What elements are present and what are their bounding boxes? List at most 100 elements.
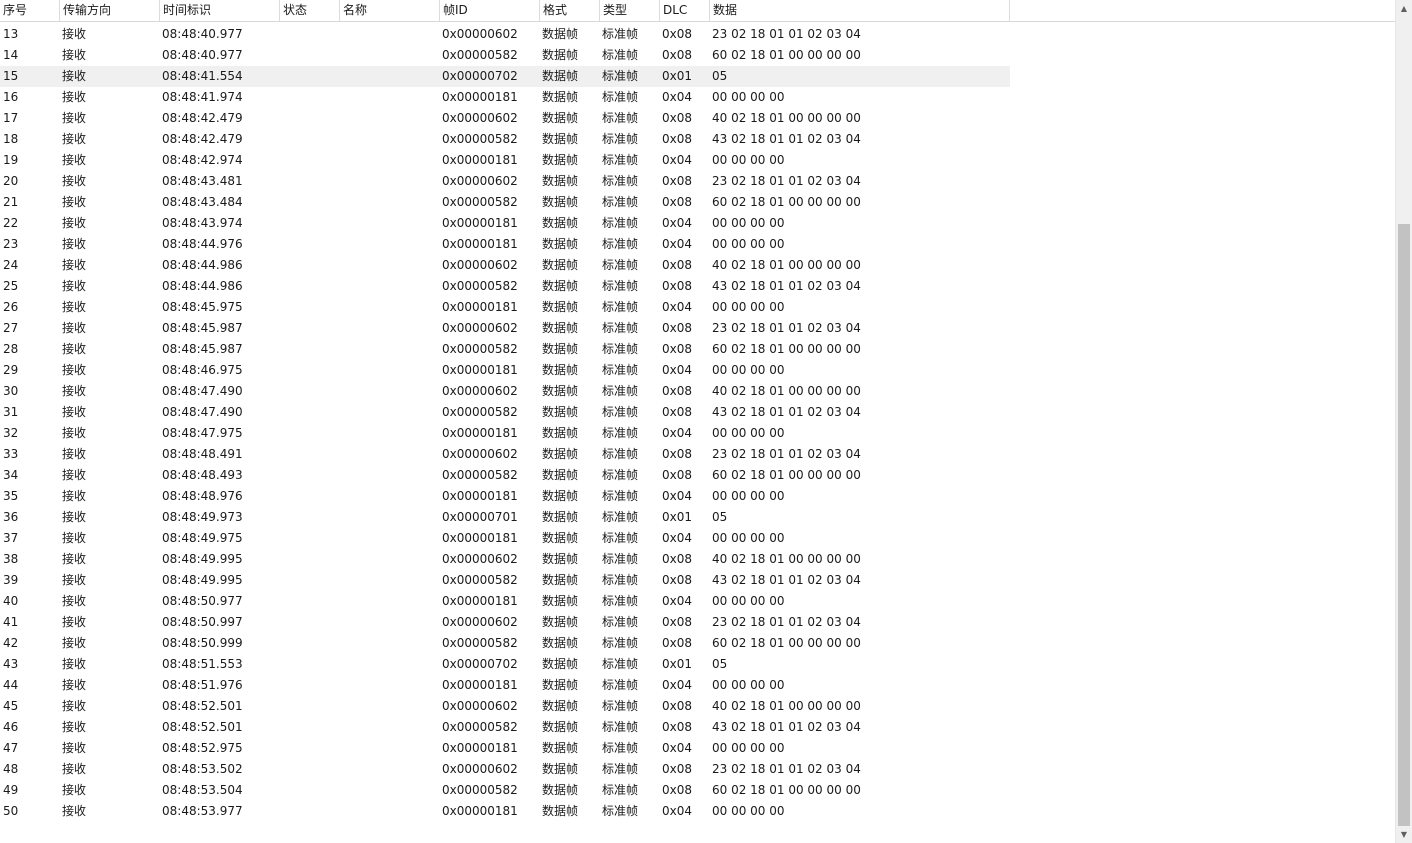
cell-dlc: 0x08 [662,699,693,713]
cell-dlc: 0x04 [662,90,693,104]
table-row[interactable]: 46 接收 08:48:52.501 0x00000582 数据帧 标准帧 0x08 43 0… [0,717,1395,738]
cell-data: 60 02 18 01 00 00 00 00 [712,468,861,482]
table-row[interactable]: 45 接收 08:48:52.501 0x00000602 数据帧 标准帧 0x08 40 0… [0,696,1395,717]
table-row[interactable]: 37 接收 08:48:49.975 0x00000181 数据帧 标准帧 0x04 00 0… [0,528,1395,549]
cell-timestamp: 08:48:49.995 [162,552,243,566]
table-row[interactable]: 21 接收 08:48:43.484 0x00000582 数据帧 标准帧 0x08 60 0… [0,192,1395,213]
table-row[interactable]: 40 接收 08:48:50.977 0x00000181 数据帧 标准帧 0x04 00 0… [0,591,1395,612]
cell-data: 00 00 00 00 [712,741,785,755]
cell-dlc: 0x08 [662,447,693,461]
cell-data: 43 02 18 01 01 02 03 04 [712,720,861,734]
cell-format: 数据帧 [542,804,579,818]
cell-data: 00 00 00 00 [712,300,785,314]
cell-frame-id: 0x00000582 [442,132,518,146]
column-header-format[interactable]: 格式 [540,0,600,21]
column-header-frame-id[interactable]: 帧ID [440,0,540,21]
cell-frame-id: 0x00000582 [442,405,518,419]
table-row[interactable]: 17 接收 08:48:42.479 0x00000602 数据帧 标准帧 0x08 40 0… [0,108,1395,129]
cell-seq: 25 [3,279,19,293]
cell-seq: 40 [3,594,19,608]
cell-frame-id: 0x00000181 [442,90,518,104]
cell-dlc: 0x08 [662,405,693,419]
table-row[interactable]: 18 接收 08:48:42.479 0x00000582 数据帧 标准帧 0x08 43 0… [0,129,1395,150]
cell-dlc: 0x08 [662,132,693,146]
column-header-row: 序号 传输方向 时间标识 状态 名称 帧ID 格式 类型 DLC 数据 [0,0,1395,22]
table-row[interactable]: 24 接收 08:48:44.986 0x00000602 数据帧 标准帧 0x08 40 0… [0,255,1395,276]
column-header-dlc[interactable]: DLC [660,0,710,21]
cell-seq: 48 [3,762,19,776]
table-row[interactable]: 33 接收 08:48:48.491 0x00000602 数据帧 标准帧 0x08 23 0… [0,444,1395,465]
cell-type: 标准帧 [602,636,639,650]
table-row[interactable]: 23 接收 08:48:44.976 0x00000181 数据帧 标准帧 0x04 00 0… [0,234,1395,255]
table-row[interactable]: 16 接收 08:48:41.974 0x00000181 数据帧 标准帧 0x04 00 0… [0,87,1395,108]
table-row[interactable]: 39 接收 08:48:49.995 0x00000582 数据帧 标准帧 0x08 43 0… [0,570,1395,591]
table-row[interactable]: 47 接收 08:48:52.975 0x00000181 数据帧 标准帧 0x04 00 0… [0,738,1395,759]
cell-frame-id: 0x00000181 [442,594,518,608]
table-row[interactable]: 32 接收 08:48:47.975 0x00000181 数据帧 标准帧 0x04 00 0… [0,423,1395,444]
table-row[interactable]: 28 接收 08:48:45.987 0x00000582 数据帧 标准帧 0x08 60 0… [0,339,1395,360]
table-row[interactable]: 14 接收 08:48:40.977 0x00000582 数据帧 标准帧 0x08 60 0… [0,45,1395,66]
cell-type: 标准帧 [602,237,639,251]
table-row[interactable]: 31 接收 08:48:47.490 0x00000582 数据帧 标准帧 0x08 43 0… [0,402,1395,423]
cell-seq: 21 [3,195,19,209]
column-header-direction[interactable]: 传输方向 [60,0,160,21]
chevron-down-icon[interactable]: ▼ [1396,826,1412,843]
table-row[interactable]: 43 接收 08:48:51.553 0x00000702 数据帧 标准帧 0x01 05 [0,654,1395,675]
table-row[interactable]: 13 接收 08:48:40.977 0x00000602 数据帧 标准帧 0x08 23 0… [0,24,1395,45]
table-row[interactable]: 49 接收 08:48:53.504 0x00000582 数据帧 标准帧 0x08 60 0… [0,780,1395,801]
table-row[interactable]: 50 接收 08:48:53.977 0x00000181 数据帧 标准帧 0x04 00 0… [0,801,1395,822]
column-header-type[interactable]: 类型 [600,0,660,21]
cell-format: 数据帧 [542,258,579,272]
table-row[interactable]: 30 接收 08:48:47.490 0x00000602 数据帧 标准帧 0x08 40 0… [0,381,1395,402]
cell-frame-id: 0x00000582 [442,195,518,209]
cell-direction: 接收 [62,699,87,713]
cell-data: 23 02 18 01 01 02 03 04 [712,615,861,629]
table-row[interactable]: 35 接收 08:48:48.976 0x00000181 数据帧 标准帧 0x04 00 0… [0,486,1395,507]
cell-frame-id: 0x00000181 [442,426,518,440]
table-row[interactable]: 27 接收 08:48:45.987 0x00000602 数据帧 标准帧 0x08 23 0… [0,318,1395,339]
table-row[interactable]: 20 接收 08:48:43.481 0x00000602 数据帧 标准帧 0x08 23 0… [0,171,1395,192]
column-header-seq[interactable]: 序号 [0,0,60,21]
cell-frame-id: 0x00000701 [442,510,518,524]
column-header-timestamp[interactable]: 时间标识 [160,0,280,21]
cell-dlc: 0x01 [662,510,693,524]
cell-data: 40 02 18 01 00 00 00 00 [712,111,861,125]
cell-direction: 接收 [62,720,87,734]
table-row[interactable]: 48 接收 08:48:53.502 0x00000602 数据帧 标准帧 0x08 23 0… [0,759,1395,780]
column-header-data[interactable]: 数据 [710,0,1010,21]
cell-direction: 接收 [62,363,87,377]
cell-seq: 14 [3,48,19,62]
cell-type: 标准帧 [602,48,639,62]
table-row[interactable]: 22 接收 08:48:43.974 0x00000181 数据帧 标准帧 0x04 00 0… [0,213,1395,234]
cell-format: 数据帧 [542,426,579,440]
column-header-name[interactable]: 名称 [340,0,440,21]
table-row[interactable]: 25 接收 08:48:44.986 0x00000582 数据帧 标准帧 0x08 43 0… [0,276,1395,297]
cell-direction: 接收 [62,489,87,503]
cell-seq: 43 [3,657,19,671]
table-row[interactable]: 44 接收 08:48:51.976 0x00000181 数据帧 标准帧 0x04 00 0… [0,675,1395,696]
chevron-up-icon[interactable]: ▲ [1396,0,1412,17]
table-row[interactable]: 36 接收 08:48:49.973 0x00000701 数据帧 标准帧 0x01 05 [0,507,1395,528]
cell-timestamp: 08:48:52.501 [162,699,243,713]
table-row[interactable]: 15 接收 08:48:41.554 0x00000702 数据帧 标准帧 0x01 05 [0,66,1010,87]
scrollbar-thumb[interactable] [1398,224,1410,826]
cell-seq: 19 [3,153,19,167]
table-row[interactable]: 26 接收 08:48:45.975 0x00000181 数据帧 标准帧 0x04 00 0… [0,297,1395,318]
cell-data: 00 00 00 00 [712,363,785,377]
cell-seq: 15 [3,69,19,83]
column-header-status[interactable]: 状态 [280,0,340,21]
vertical-scrollbar[interactable]: ▲ ▼ [1395,0,1412,843]
table-row[interactable]: 19 接收 08:48:42.974 0x00000181 数据帧 标准帧 0x04 00 0… [0,150,1395,171]
cell-seq: 33 [3,447,19,461]
cell-format: 数据帧 [542,573,579,587]
cell-direction: 接收 [62,321,87,335]
table-row[interactable]: 41 接收 08:48:50.997 0x00000602 数据帧 标准帧 0x08 23 0… [0,612,1395,633]
cell-direction: 接收 [62,615,87,629]
table-row[interactable]: 42 接收 08:48:50.999 0x00000582 数据帧 标准帧 0x08 60 0… [0,633,1395,654]
cell-frame-id: 0x00000702 [442,69,518,83]
table-row[interactable]: 38 接收 08:48:49.995 0x00000602 数据帧 标准帧 0x08 40 0… [0,549,1395,570]
table-row[interactable]: 34 接收 08:48:48.493 0x00000582 数据帧 标准帧 0x08 60 0… [0,465,1395,486]
table-row[interactable]: 29 接收 08:48:46.975 0x00000181 数据帧 标准帧 0x04 00 0… [0,360,1395,381]
cell-direction: 接收 [62,678,87,692]
cell-seq: 23 [3,237,19,251]
